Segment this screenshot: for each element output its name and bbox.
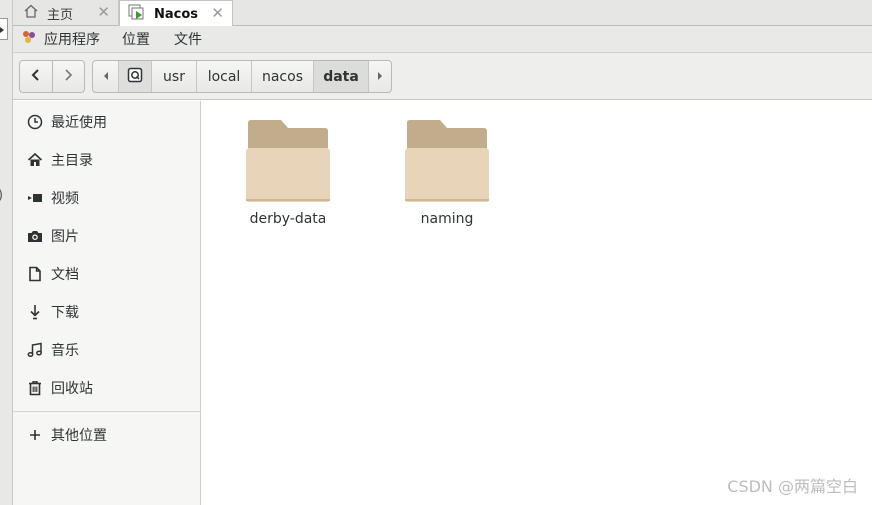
triangle-right-icon [376, 69, 384, 85]
background-dropdown-arrow [0, 18, 8, 40]
folder-icon [245, 119, 331, 203]
sidebar-item-label: 音乐 [51, 343, 79, 359]
tab-home[interactable]: 主页 ✕ [13, 0, 119, 26]
folder-item-naming[interactable]: naming [392, 119, 502, 239]
back-button[interactable] [20, 61, 52, 92]
folder-name: derby-data [249, 211, 327, 227]
places-sidebar: 最近使用 主目录 视频 图片 文档 下载 音乐 回收站 其他位置 [13, 101, 201, 505]
vm-running-icon [128, 3, 146, 25]
sidebar-item-label: 主目录 [51, 153, 93, 169]
sidebar-item-downloads[interactable]: 下载 [13, 293, 201, 331]
sidebar-item-label: 图片 [51, 229, 79, 245]
menu-applications[interactable]: 应用程序 [21, 29, 100, 49]
sidebar-item-other-locations[interactable]: 其他位置 [13, 416, 201, 454]
csdn-watermark: CSDN @两篇空白 [727, 477, 858, 496]
download-icon [27, 304, 43, 320]
sidebar-item-trash[interactable]: 回收站 [13, 369, 201, 407]
sidebar-item-label: 下载 [51, 305, 79, 321]
tab-home-close-icon[interactable]: ✕ [97, 3, 110, 21]
sidebar-item-recent[interactable]: 最近使用 [13, 103, 201, 141]
vm-tab-bar: 主页 ✕ Nacos ✕ [13, 0, 872, 27]
file-manager-header-bar: usr local nacos data [13, 53, 872, 100]
sidebar-item-label: 视频 [51, 191, 79, 207]
sidebar-item-label: 回收站 [51, 381, 93, 397]
sidebar-separator [13, 411, 201, 412]
trash-icon [27, 380, 43, 396]
menu-applications-label: 应用程序 [44, 32, 100, 48]
home-icon [27, 152, 43, 168]
camera-icon [27, 228, 43, 244]
applications-icon [21, 29, 37, 49]
path-scroll-right-button[interactable] [368, 61, 391, 92]
tab-home-label: 主页 [47, 7, 74, 23]
sidebar-item-label: 最近使用 [51, 115, 107, 131]
tab-nacos[interactable]: Nacos ✕ [119, 0, 233, 27]
sidebar-item-documents[interactable]: 文档 [13, 255, 201, 293]
background-window-edge: ) [0, 0, 13, 505]
drive-icon [127, 67, 143, 87]
sidebar-item-label: 其他位置 [51, 428, 107, 444]
sidebar-item-videos[interactable]: 视频 [13, 179, 201, 217]
chevron-left-icon [30, 68, 42, 86]
tab-nacos-label: Nacos [154, 6, 199, 22]
video-icon [27, 190, 43, 206]
document-icon [27, 266, 43, 282]
sidebar-item-music[interactable]: 音乐 [13, 331, 201, 369]
top-menu-bar: 应用程序 位置 文件 [13, 26, 872, 53]
plus-icon [27, 427, 43, 443]
background-window-glyph: ) [0, 188, 3, 203]
path-segment-usr[interactable]: usr [151, 61, 196, 92]
triangle-left-icon [102, 69, 110, 85]
path-segment-local[interactable]: local [196, 61, 251, 92]
home-icon [23, 3, 39, 23]
sidebar-item-home[interactable]: 主目录 [13, 141, 201, 179]
music-icon [27, 342, 43, 358]
file-view[interactable]: derby-data naming [202, 101, 872, 505]
path-segment-nacos[interactable]: nacos [251, 61, 313, 92]
path-scroll-left-button[interactable] [93, 61, 118, 92]
folder-item-derby-data[interactable]: derby-data [233, 119, 343, 239]
folder-icon [404, 119, 490, 203]
path-segment-data[interactable]: data [313, 61, 368, 92]
sidebar-item-label: 文档 [51, 267, 79, 283]
forward-button[interactable] [51, 61, 85, 92]
path-bar: usr local nacos data [92, 60, 392, 93]
tab-nacos-close-icon[interactable]: ✕ [211, 4, 224, 22]
clock-icon [27, 114, 43, 130]
path-root-button[interactable] [118, 61, 151, 92]
sidebar-item-pictures[interactable]: 图片 [13, 217, 201, 255]
folder-name: naming [420, 211, 474, 227]
navigation-buttons [19, 60, 85, 93]
menu-files[interactable]: 文件 [174, 29, 202, 49]
chevron-right-icon [62, 68, 74, 86]
menu-places[interactable]: 位置 [122, 29, 150, 49]
